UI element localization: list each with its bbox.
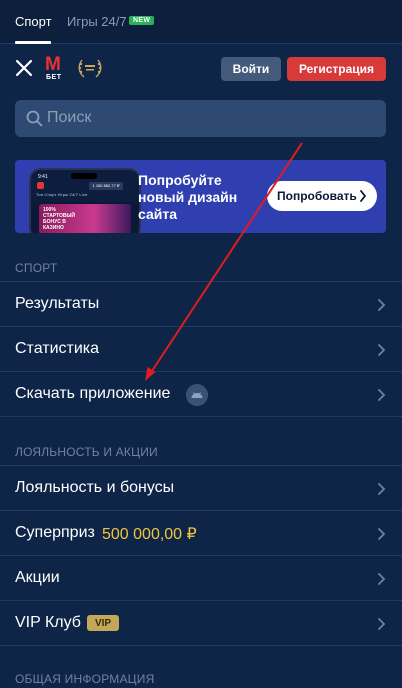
menu-item-statistics[interactable]: Статистика xyxy=(0,326,402,371)
phone-notch xyxy=(71,173,97,179)
phone-time: 9:41 xyxy=(38,174,48,180)
superprize-value: 500 000,00 ₽ xyxy=(102,526,197,543)
tab-sport[interactable]: Спорт xyxy=(15,14,52,29)
close-icon[interactable] xyxy=(15,59,33,77)
menu-label: Суперприз xyxy=(15,524,95,541)
chevron-right-icon xyxy=(378,299,386,311)
new-badge: NEW xyxy=(129,16,155,25)
chevron-right-icon xyxy=(378,528,386,540)
menu-item-loyalty-bonuses[interactable]: Лояльность и бонусы xyxy=(0,465,402,510)
phone-balance: 1 150 862,77 ₽ xyxy=(89,182,123,190)
laurel-award-icon xyxy=(78,59,102,78)
new-design-promo-banner[interactable]: 9:41 1 150 862,77 ₽ Топ Спорт Игры 24/7 … xyxy=(15,160,386,233)
menu-item-promotions[interactable]: Акции xyxy=(0,555,402,600)
menu-item-vip-club[interactable]: VIP Клуб VIP xyxy=(0,600,402,645)
chevron-right-icon xyxy=(378,483,386,495)
divider xyxy=(0,416,402,417)
search-input[interactable]: Поиск xyxy=(15,100,386,137)
section-title-general-info: ОБЩАЯ ИНФОРМАЦИЯ xyxy=(15,672,155,686)
menu-label: Статистика xyxy=(15,340,100,357)
top-navigation: Спорт Игры 24/7 NEW xyxy=(0,0,402,44)
menu-label: Скачать приложение xyxy=(15,385,171,402)
logo-text: БЕТ xyxy=(46,74,62,81)
register-button[interactable]: Регистрация xyxy=(287,57,386,81)
chevron-right-icon xyxy=(378,618,386,630)
menu-label: Результаты xyxy=(15,295,100,312)
phone-casino-card: 100% СТАРТОВЫЙ БОНУС В КАЗИНО xyxy=(39,204,131,233)
phone-card-text: 100% СТАРТОВЫЙ БОНУС В КАЗИНО xyxy=(43,207,76,231)
menu-item-download-app[interactable]: Скачать приложение xyxy=(0,371,402,416)
menu-label: Акции xyxy=(15,569,60,586)
chevron-right-icon xyxy=(360,190,367,202)
menu-item-results[interactable]: Результаты xyxy=(0,281,402,326)
section-title-sport: СПОРТ xyxy=(15,261,58,275)
search-placeholder: Поиск xyxy=(47,109,92,126)
try-button-label: Попробовать xyxy=(277,189,357,203)
header: M БЕТ Войти Регистрация xyxy=(0,44,402,92)
mbet-logo[interactable]: M БЕТ xyxy=(45,55,69,83)
search-icon xyxy=(26,110,43,127)
android-icon xyxy=(186,384,208,406)
try-button[interactable]: Попробовать xyxy=(267,181,377,211)
phone-logo-icon xyxy=(37,182,44,189)
tab-games-24-7[interactable]: Игры 24/7 xyxy=(67,14,127,29)
menu-label: VIP Клуб xyxy=(15,614,81,631)
phone-tabs: Топ Спорт Игры 24/7 Live xyxy=(36,192,88,197)
menu-item-superprize[interactable]: Суперприз 500 000,00 ₽ xyxy=(0,510,402,555)
vip-badge: VIP xyxy=(87,615,119,631)
chevron-right-icon xyxy=(378,344,386,356)
menu-label: Лояльность и бонусы xyxy=(15,479,175,496)
promo-text: Попробуйте новый дизайн сайта xyxy=(138,172,238,222)
divider xyxy=(0,645,402,646)
chevron-right-icon xyxy=(378,573,386,585)
logo-letter: M xyxy=(45,54,61,75)
login-button[interactable]: Войти xyxy=(221,57,281,81)
chevron-right-icon xyxy=(378,389,386,401)
section-title-loyalty: ЛОЯЛЬНОСТЬ И АКЦИИ xyxy=(15,445,158,459)
phone-mockup-image: 9:41 1 150 862,77 ₽ Топ Спорт Игры 24/7 … xyxy=(29,168,141,233)
